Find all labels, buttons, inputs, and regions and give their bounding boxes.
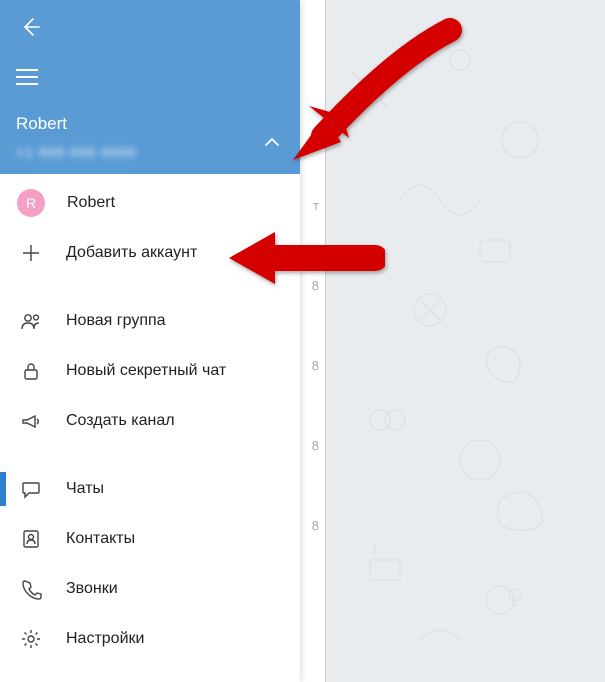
chat-icon [18, 476, 44, 502]
side-drawer: Robert +1 000 000 0000 R Robert Добавить… [0, 0, 300, 682]
menu-label: Новый секретный чат [66, 362, 286, 380]
chat-list-strip: т 8 8 8 8 [300, 0, 326, 682]
megaphone-icon [18, 408, 44, 434]
menu-label: Чаты [66, 480, 286, 498]
plus-icon [18, 240, 44, 266]
hamburger-menu-button[interactable] [16, 62, 46, 92]
accounts-toggle[interactable] [258, 128, 286, 156]
avatar: R [17, 189, 45, 217]
contacts-icon [18, 526, 44, 552]
account-item-robert[interactable]: R Robert [0, 178, 300, 228]
active-indicator [0, 472, 6, 506]
app-root: т 8 8 8 8 Robert +1 000 000 0000 R Rober… [0, 0, 605, 682]
strip-badge: 8 [312, 438, 319, 453]
menu-label: Звонки [66, 580, 286, 598]
menu-label: Создать канал [66, 412, 286, 430]
account-phone: +1 000 000 0000 [16, 144, 137, 160]
menu-settings[interactable]: Настройки [0, 614, 300, 664]
drawer-menu: R Robert Добавить аккаунт Новая группа [0, 174, 300, 682]
strip-badge: 8 [312, 278, 319, 293]
menu-new-group[interactable]: Новая группа [0, 296, 300, 346]
menu-label: Новая группа [66, 312, 286, 330]
group-icon [18, 308, 44, 334]
menu-secret-chat[interactable]: Новый секретный чат [0, 346, 300, 396]
account-name: Robert [16, 114, 67, 134]
phone-icon [18, 576, 44, 602]
menu-contacts[interactable]: Контакты [0, 514, 300, 564]
strip-text: т [313, 198, 319, 213]
drawer-header: Robert +1 000 000 0000 [0, 0, 300, 174]
menu-label: Контакты [66, 530, 286, 548]
menu-calls[interactable]: Звонки [0, 564, 300, 614]
gear-icon [18, 626, 44, 652]
back-button[interactable] [16, 12, 46, 42]
menu-new-channel[interactable]: Создать канал [0, 396, 300, 446]
add-account-button[interactable]: Добавить аккаунт [0, 228, 300, 278]
add-account-label: Добавить аккаунт [66, 244, 286, 262]
lock-icon [18, 358, 44, 384]
strip-badge: 8 [312, 358, 319, 373]
menu-label: Настройки [66, 630, 286, 648]
chevron-up-icon [263, 133, 281, 151]
account-label: Robert [67, 194, 286, 212]
strip-badge: 8 [312, 518, 319, 533]
menu-chats[interactable]: Чаты [0, 464, 300, 514]
